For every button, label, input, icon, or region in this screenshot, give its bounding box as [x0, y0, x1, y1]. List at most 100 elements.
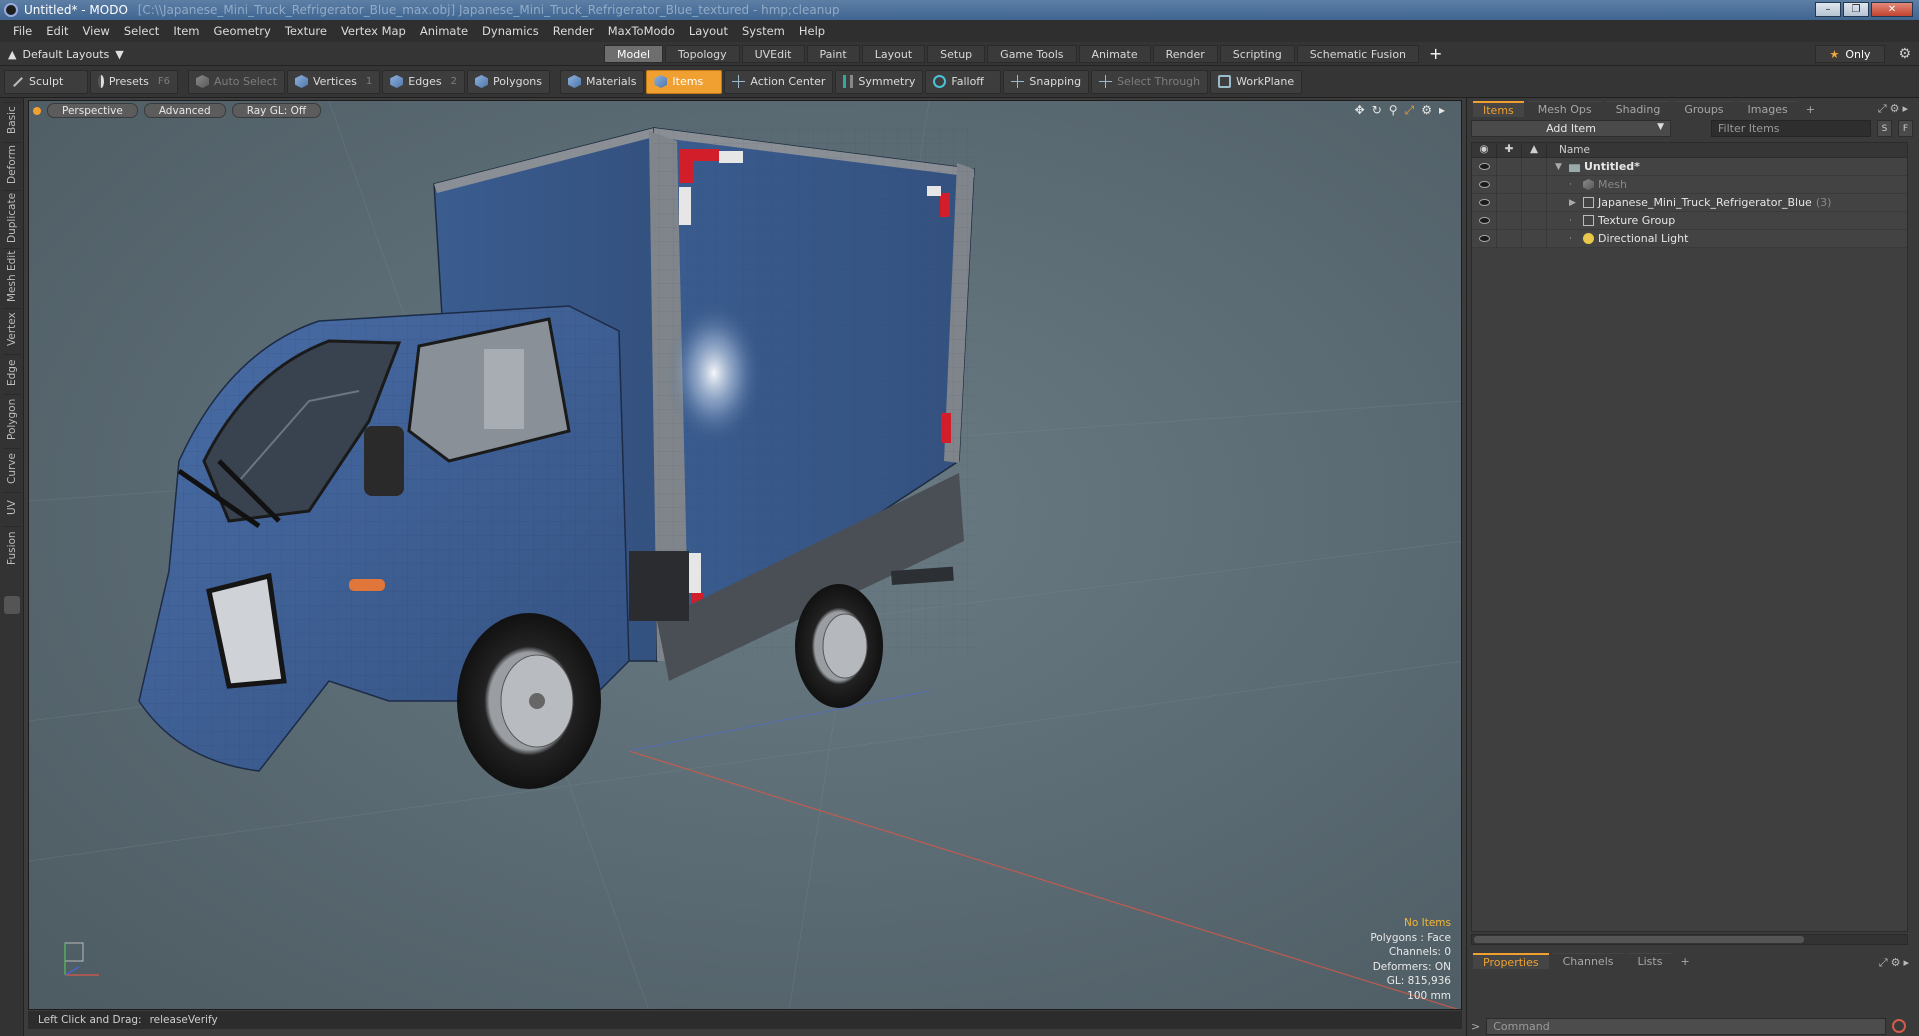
menu-vertex-map[interactable]: Vertex Map — [334, 24, 413, 38]
menu-item[interactable]: Item — [166, 24, 206, 38]
viewport-menu-dot-icon[interactable] — [33, 107, 41, 115]
materials-button[interactable]: Materials — [560, 69, 645, 94]
eye-icon[interactable] — [1478, 199, 1490, 206]
sidebar-tab-curve[interactable]: Curve — [3, 448, 21, 488]
tab-mesh-ops[interactable]: Mesh Ops — [1527, 101, 1602, 117]
menu-system[interactable]: System — [735, 24, 792, 38]
close-button[interactable]: ✕ — [1871, 2, 1913, 17]
add-tab-button[interactable]: + — [1802, 101, 1819, 117]
view-perspective-dropdown[interactable]: Perspective — [47, 103, 138, 118]
tab-schematic-fusion[interactable]: Schematic Fusion — [1296, 45, 1420, 63]
maximize-button[interactable]: ❐ — [1843, 2, 1869, 17]
menu-maxtomodo[interactable]: MaxToModo — [601, 24, 682, 38]
menu-geometry[interactable]: Geometry — [207, 24, 278, 38]
polygons-button[interactable]: Polygons — [467, 69, 550, 94]
panel-options-icons[interactable]: ⤢⚙▸ — [1878, 102, 1911, 116]
symmetry-button[interactable]: Symmetry — [835, 69, 924, 94]
tab-model[interactable]: Model — [604, 45, 664, 63]
auto-select-button[interactable]: Auto Select — [188, 69, 285, 94]
sidebar-tab-duplicate[interactable]: Duplicate — [3, 190, 21, 244]
menu-layout[interactable]: Layout — [682, 24, 735, 38]
fit-icon[interactable]: ⤢ — [1405, 103, 1415, 118]
menu-dynamics[interactable]: Dynamics — [475, 24, 546, 38]
raygl-toggle[interactable]: Ray GL: Off — [231, 103, 322, 118]
scrollbar-thumb[interactable] — [1474, 936, 1804, 943]
tab-channels[interactable]: Channels — [1552, 953, 1624, 969]
presets-button[interactable]: Presets F6 — [90, 69, 178, 94]
tab-scripting[interactable]: Scripting — [1219, 45, 1295, 63]
workplane-button[interactable]: WorkPlane — [1210, 69, 1303, 94]
sidebar-tab-edge[interactable]: Edge — [3, 354, 21, 390]
zoom-icon[interactable]: ⚲ — [1389, 103, 1398, 118]
tab-items[interactable]: Items — [1473, 101, 1524, 117]
minimize-button[interactable]: – — [1815, 2, 1841, 17]
menu-texture[interactable]: Texture — [278, 24, 334, 38]
menu-animate[interactable]: Animate — [413, 24, 475, 38]
only-toggle-button[interactable]: ★ Only — [1815, 45, 1885, 63]
tab-properties[interactable]: Properties — [1473, 953, 1549, 969]
tab-render[interactable]: Render — [1152, 45, 1218, 63]
tab-images[interactable]: Images — [1737, 101, 1798, 117]
tab-setup[interactable]: Setup — [927, 45, 986, 63]
3d-viewport[interactable]: Perspective Advanced Ray GL: Off ✥ ↻ ⚲ ⤢… — [28, 100, 1462, 1010]
sidebar-tab-basic[interactable]: Basic — [3, 102, 21, 138]
tab-game-tools[interactable]: Game Tools — [987, 45, 1077, 63]
render-column-icon[interactable]: ▲ — [1522, 142, 1547, 158]
search-toggle-button[interactable]: S — [1877, 120, 1892, 137]
tab-animate[interactable]: Animate — [1078, 45, 1151, 63]
tab-shading[interactable]: Shading — [1605, 101, 1671, 117]
tree-row-truck[interactable]: ▶ Japanese_Mini_Truck_Refrigerator_Blue … — [1472, 193, 1907, 212]
menu-select[interactable]: Select — [117, 24, 166, 38]
filter-toggle-button[interactable]: F — [1898, 120, 1913, 137]
viewport-settings-icon[interactable]: ⚙ — [1421, 103, 1432, 118]
sidebar-tab-deform[interactable]: Deform — [3, 142, 21, 186]
menu-help[interactable]: Help — [792, 24, 832, 38]
shading-advanced-dropdown[interactable]: Advanced — [143, 103, 226, 118]
expand-toggle[interactable]: ▼ — [1555, 162, 1565, 172]
pan-icon[interactable]: ✥ — [1355, 103, 1365, 118]
panel-options-icons[interactable]: ⤢⚙▸ — [1879, 956, 1912, 970]
items-button[interactable]: Items — [646, 69, 723, 94]
tab-lists[interactable]: Lists — [1627, 953, 1673, 969]
eye-icon[interactable] — [1478, 235, 1490, 242]
add-layout-button[interactable]: + — [1421, 45, 1450, 63]
tree-row-texture-group[interactable]: · Texture Group — [1472, 211, 1907, 230]
tab-layout[interactable]: Layout — [861, 45, 926, 63]
viewport-expand-icon[interactable]: ▸ — [1439, 103, 1445, 118]
menu-render[interactable]: Render — [546, 24, 601, 38]
sidebar-tab-uv[interactable]: UV — [3, 492, 21, 522]
tab-paint[interactable]: Paint — [806, 45, 860, 63]
add-tab-button[interactable]: + — [1676, 953, 1693, 969]
action-center-button[interactable]: Action Center — [724, 69, 834, 94]
sidebar-tab-polygon[interactable]: Polygon — [3, 394, 21, 444]
tree-row-mesh[interactable]: · Mesh — [1472, 175, 1907, 194]
gear-icon[interactable]: ⚙ — [1898, 46, 1911, 62]
filter-items-input[interactable]: Filter Items — [1711, 120, 1871, 137]
snapping-button[interactable]: Snapping — [1003, 69, 1090, 94]
edges-button[interactable]: Edges 2 — [382, 69, 466, 94]
sculpt-button[interactable]: Sculpt — [4, 69, 88, 94]
tree-row-untitled[interactable]: ▼ Untitled* — [1472, 157, 1907, 176]
default-layouts-dropdown[interactable]: ▲ Default Layouts ▼ — [8, 45, 124, 63]
sidebar-tab-fusion[interactable]: Fusion — [3, 526, 21, 570]
eye-icon[interactable] — [1478, 163, 1490, 170]
lock-column-icon[interactable]: ✚ — [1497, 142, 1522, 158]
menu-file[interactable]: File — [6, 24, 39, 38]
eye-icon[interactable] — [1478, 181, 1490, 188]
falloff-button[interactable]: Falloff — [925, 69, 1002, 94]
tab-groups[interactable]: Groups — [1674, 101, 1734, 117]
visibility-column-eye-icon[interactable]: ◉ — [1472, 142, 1497, 158]
tree-row-directional-light[interactable]: · Directional Light — [1472, 229, 1907, 248]
tree-horizontal-scrollbar[interactable] — [1471, 934, 1908, 945]
eye-icon[interactable] — [1478, 217, 1490, 224]
menu-view[interactable]: View — [76, 24, 117, 38]
tab-uvedit[interactable]: UVEdit — [741, 45, 805, 63]
sidebar-tab-vertex[interactable]: Vertex — [3, 308, 21, 350]
add-item-button[interactable]: Add Item ▼ — [1471, 120, 1671, 137]
vertices-button[interactable]: Vertices 1 — [286, 69, 381, 94]
command-history-icon[interactable] — [1892, 1019, 1907, 1033]
sidebar-toggle-button[interactable] — [4, 596, 20, 614]
sidebar-tab-mesh-edit[interactable]: Mesh Edit — [3, 248, 21, 304]
select-through-button[interactable]: Select Through — [1091, 69, 1209, 94]
menu-edit[interactable]: Edit — [39, 24, 75, 38]
